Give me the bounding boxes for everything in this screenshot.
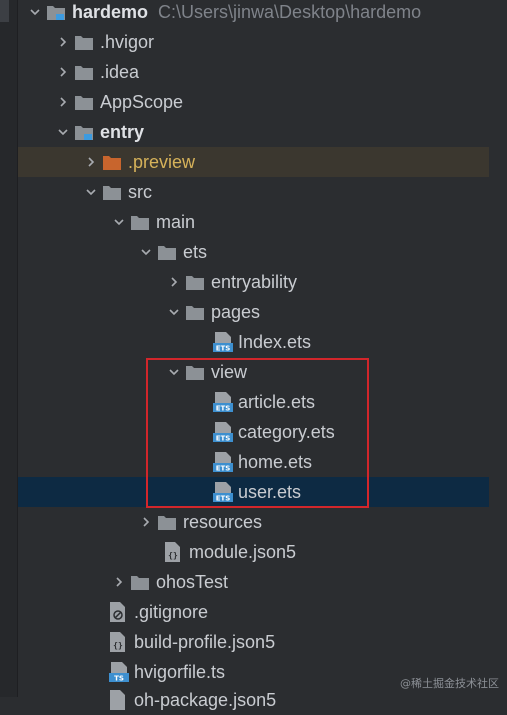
tree-label: .hvigor	[100, 31, 155, 52]
module-folder-icon	[46, 0, 72, 27]
tree-row-ohostest[interactable]: ohosTest	[18, 567, 489, 597]
folder-icon	[185, 297, 211, 327]
tree-label: hvigorfile.ts	[134, 661, 226, 682]
tree-row-gitignore[interactable]: .gitignore	[18, 597, 489, 627]
folder-icon	[102, 177, 128, 207]
json-file-icon: {}	[163, 537, 189, 567]
chevron-right-icon[interactable]	[52, 87, 74, 117]
folder-icon	[130, 567, 156, 597]
ets-file-icon: ETS	[212, 327, 238, 357]
chevron-down-icon[interactable]	[135, 237, 157, 267]
tree-row-entryability[interactable]: entryability	[18, 267, 489, 297]
tree-label: entry	[100, 121, 145, 142]
tree-label: oh-package.json5	[134, 689, 277, 710]
tree-label: .idea	[100, 61, 140, 82]
tree-row-entry[interactable]: entry	[18, 117, 489, 147]
json-file-icon: {}	[108, 627, 134, 657]
gutter-mark	[0, 0, 9, 22]
chevron-right-icon[interactable]	[135, 507, 157, 537]
project-tree: hardemo C:\Users\jinwa\Desktop\hardemo .…	[18, 0, 507, 710]
tree-row-pages[interactable]: pages	[18, 297, 489, 327]
ets-file-icon: ETS	[212, 417, 238, 447]
tree-label: .preview	[128, 151, 196, 172]
folder-icon	[185, 267, 211, 297]
tree-label: category.ets	[238, 421, 335, 442]
tree-label: .gitignore	[134, 601, 209, 622]
chevron-down-icon[interactable]	[163, 357, 185, 387]
ets-file-icon: ETS	[212, 477, 238, 507]
folder-icon	[157, 237, 183, 267]
watermark: @稀土掘金技术社区	[400, 677, 499, 690]
chevron-right-icon[interactable]	[52, 27, 74, 57]
tree-label: AppScope	[100, 91, 184, 112]
tree-label: home.ets	[238, 451, 313, 472]
tree-row-resources[interactable]: resources	[18, 507, 489, 537]
ets-badge-text: ETS	[216, 465, 231, 473]
tree-label: user.ets	[238, 481, 302, 502]
chevron-down-icon[interactable]	[52, 117, 74, 147]
tree-label: entryability	[211, 271, 298, 292]
tree-row-article-ets[interactable]: ETS article.ets	[18, 387, 489, 417]
tree-row-build-profile[interactable]: {} build-profile.json5	[18, 627, 489, 657]
tree-row-hardemo[interactable]: hardemo C:\Users\jinwa\Desktop\hardemo	[18, 0, 489, 27]
project-name: hardemo	[72, 1, 149, 22]
tree-row-main[interactable]: main	[18, 207, 489, 237]
chevron-right-icon[interactable]	[52, 57, 74, 87]
gitignore-file-icon	[108, 597, 134, 627]
ets-file-icon: ETS	[212, 387, 238, 417]
tree-row-idea[interactable]: .idea	[18, 57, 489, 87]
chevron-down-icon[interactable]	[24, 0, 46, 27]
tree-row-hvigor[interactable]: .hvigor	[18, 27, 489, 57]
tree-row-view[interactable]: view	[18, 357, 489, 387]
excluded-folder-icon	[102, 147, 128, 177]
tree-row-preview[interactable]: .preview	[18, 147, 489, 177]
tree-row-appscope[interactable]: AppScope	[18, 87, 489, 117]
tree-row-src[interactable]: src	[18, 177, 489, 207]
ets-badge-text: ETS	[216, 495, 231, 503]
ets-badge-text: ETS	[216, 345, 231, 353]
folder-icon	[74, 57, 100, 87]
project-path: C:\Users\jinwa\Desktop\hardemo	[158, 1, 422, 22]
chevron-down-icon[interactable]	[108, 207, 130, 237]
tree-row-ets[interactable]: ets	[18, 237, 489, 267]
svg-text:{}: {}	[168, 551, 178, 560]
ets-badge-text: ETS	[216, 435, 231, 443]
chevron-down-icon[interactable]	[80, 177, 102, 207]
chevron-down-icon[interactable]	[163, 297, 185, 327]
tree-label: src	[128, 181, 152, 202]
tree-label: resources	[183, 511, 263, 532]
tree-label: Index.ets	[238, 331, 312, 352]
chevron-right-icon[interactable]	[163, 267, 185, 297]
json-file-icon	[108, 685, 134, 715]
tree-label: build-profile.json5	[134, 631, 276, 652]
tree-row-module-json5[interactable]: {} module.json5	[18, 537, 489, 567]
folder-icon	[74, 27, 100, 57]
svg-text:{}: {}	[113, 641, 123, 650]
tree-row-category-ets[interactable]: ETS category.ets	[18, 417, 489, 447]
ts-badge-text: TS	[114, 675, 124, 683]
folder-icon	[185, 357, 211, 387]
tree-row-user-ets[interactable]: ETS user.ets	[18, 477, 489, 507]
module-folder-icon	[74, 117, 100, 147]
tree-label: view	[211, 361, 248, 382]
tree-label: ets	[183, 241, 208, 262]
tree-label: main	[156, 211, 196, 232]
folder-icon	[74, 87, 100, 117]
ts-file-icon: TS	[108, 657, 134, 687]
tree-label: article.ets	[238, 391, 316, 412]
tree-label: module.json5	[189, 541, 297, 562]
left-gutter	[0, 0, 18, 697]
ets-file-icon: ETS	[212, 447, 238, 477]
tree-label: ohosTest	[156, 571, 229, 592]
tree-label: pages	[211, 301, 261, 322]
ets-badge-text: ETS	[216, 405, 231, 413]
chevron-right-icon[interactable]	[108, 567, 130, 597]
tree-row-index-ets[interactable]: ETS Index.ets	[18, 327, 489, 357]
chevron-right-icon[interactable]	[80, 147, 102, 177]
tree-row-home-ets[interactable]: ETS home.ets	[18, 447, 489, 477]
folder-icon	[130, 207, 156, 237]
folder-icon	[157, 507, 183, 537]
